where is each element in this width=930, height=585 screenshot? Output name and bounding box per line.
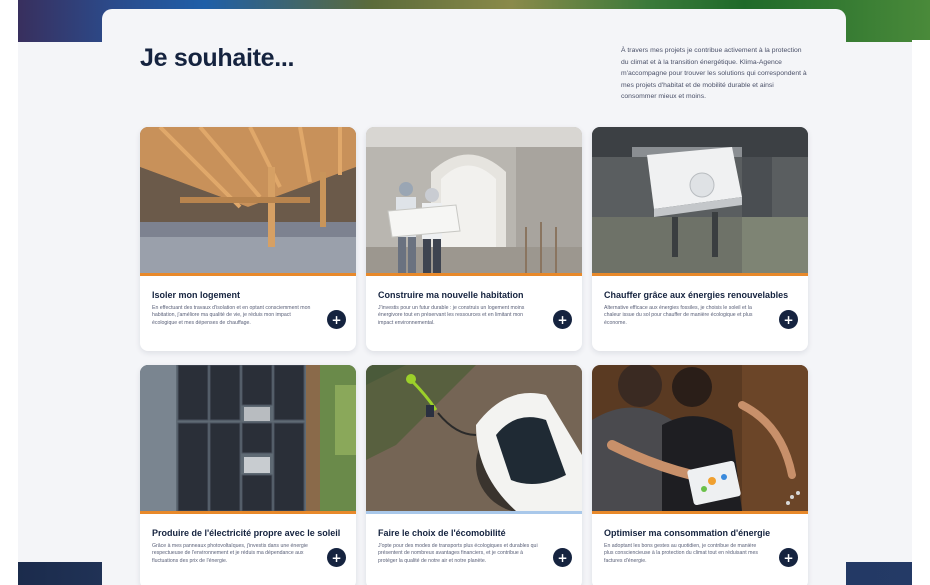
card-ecomobilite[interactable]: Faire le choix de l'écomobilité J'opte p… bbox=[366, 365, 582, 585]
card-construire-habitation[interactable]: Construire ma nouvelle habitation J'inve… bbox=[366, 127, 582, 351]
card-accent-bar bbox=[592, 273, 808, 276]
card-image-couple-tablet bbox=[592, 365, 808, 511]
card-image-solar-roof bbox=[140, 365, 356, 511]
card-title: Optimiser ma consommation d'énergie bbox=[604, 528, 771, 538]
card-accent-bar bbox=[592, 511, 808, 514]
card-title: Construire ma nouvelle habitation bbox=[378, 290, 524, 300]
card-optimiser-consommation[interactable]: Optimiser ma consommation d'énergie En a… bbox=[592, 365, 808, 585]
page-title: Je souhaite... bbox=[140, 44, 295, 72]
plus-icon[interactable]: + bbox=[553, 310, 572, 329]
plus-icon[interactable]: + bbox=[553, 548, 572, 567]
card-description: J'investis pour un futur durable : je co… bbox=[378, 305, 525, 326]
card-image-heat-pump bbox=[592, 127, 808, 273]
card-title: Faire le choix de l'écomobilité bbox=[378, 528, 506, 538]
page-margin-left bbox=[0, 0, 18, 585]
card-accent-bar bbox=[366, 273, 582, 276]
card-accent-bar bbox=[366, 511, 582, 514]
card-produire-electricite[interactable]: Produire de l'électricité propre avec le… bbox=[140, 365, 356, 585]
page-margin-right bbox=[912, 40, 930, 585]
card-image-construction bbox=[366, 127, 582, 273]
card-description: J'opte pour des modes de transports plus… bbox=[378, 543, 538, 564]
plus-icon[interactable]: + bbox=[327, 310, 346, 329]
card-title: Chauffer grâce aux énergies renouvelable… bbox=[604, 290, 789, 300]
card-description: Grâce à mes panneaux photovoltaïques, j'… bbox=[152, 543, 308, 564]
card-title: Isoler mon logement bbox=[152, 290, 241, 300]
plus-icon[interactable]: + bbox=[779, 548, 798, 567]
plus-icon[interactable]: + bbox=[779, 310, 798, 329]
plus-icon[interactable]: + bbox=[327, 548, 346, 567]
card-accent-bar bbox=[140, 511, 356, 514]
card-description: En effectuant des travaux d'isolation et… bbox=[152, 305, 311, 326]
card-chauffer-energies-renouvelables[interactable]: Chauffer grâce aux énergies renouvelable… bbox=[592, 127, 808, 351]
card-image-attic bbox=[140, 127, 356, 273]
intro-text: À travers mes projets je contribue activ… bbox=[621, 47, 807, 101]
card-description: En adoptant les bons gestes au quotidien… bbox=[604, 543, 758, 564]
card-title: Produire de l'électricité propre avec le… bbox=[152, 528, 341, 538]
card-image-electric-car bbox=[366, 365, 582, 511]
card-isoler-logement[interactable]: Isoler mon logement En effectuant des tr… bbox=[140, 127, 356, 351]
card-accent-bar bbox=[140, 273, 356, 276]
card-description: Alternative efficace aux énergies fossil… bbox=[604, 305, 753, 326]
